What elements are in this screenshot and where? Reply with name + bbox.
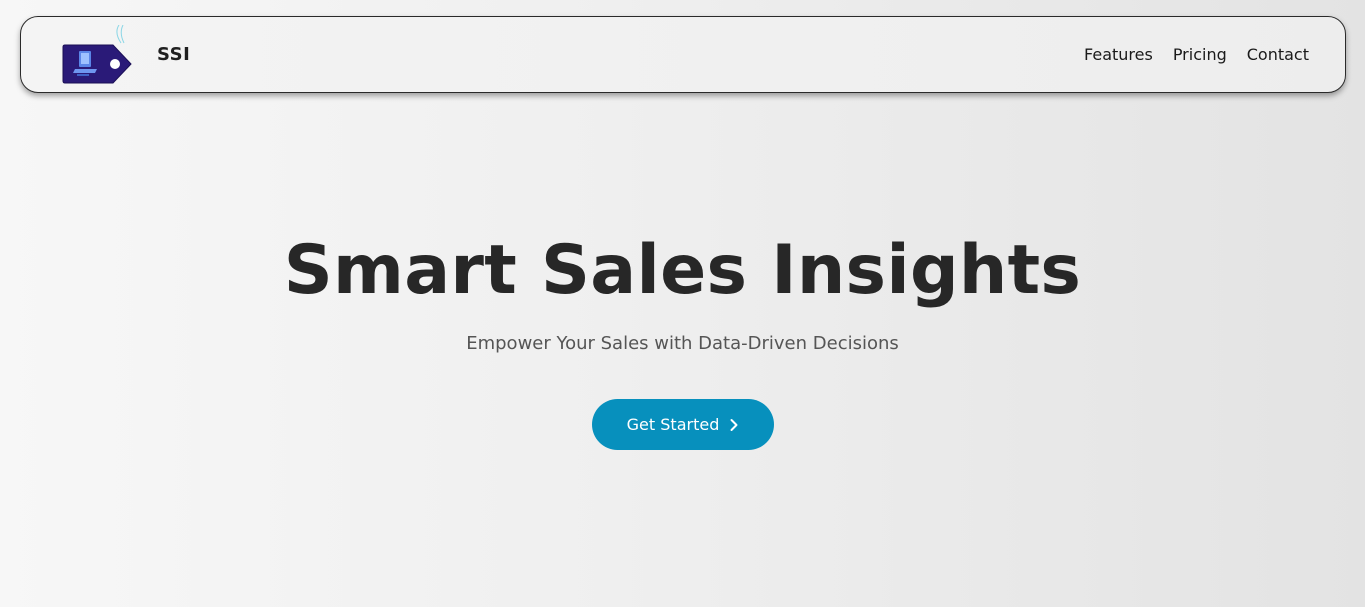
navbar: SSI Features Pricing Contact xyxy=(20,16,1346,93)
chevron-right-icon xyxy=(729,418,739,432)
hero-title: Smart Sales Insights xyxy=(283,231,1082,310)
nav-link-contact[interactable]: Contact xyxy=(1247,45,1309,64)
brand-name[interactable]: SSI xyxy=(157,44,190,65)
hero-section: Smart Sales Insights Empower Your Sales … xyxy=(0,225,1365,357)
get-started-label: Get Started xyxy=(626,415,720,434)
nav-link-features[interactable]: Features xyxy=(1084,45,1153,64)
nav-link-pricing[interactable]: Pricing xyxy=(1173,45,1227,64)
brand[interactable]: SSI xyxy=(61,17,190,92)
get-started-button[interactable]: Get Started xyxy=(592,399,774,450)
nav-links: Features Pricing Contact xyxy=(1084,17,1309,92)
price-tag-laptop-icon[interactable] xyxy=(61,24,133,85)
hero-subtitle: Empower Your Sales with Data-Driven Deci… xyxy=(466,333,899,354)
